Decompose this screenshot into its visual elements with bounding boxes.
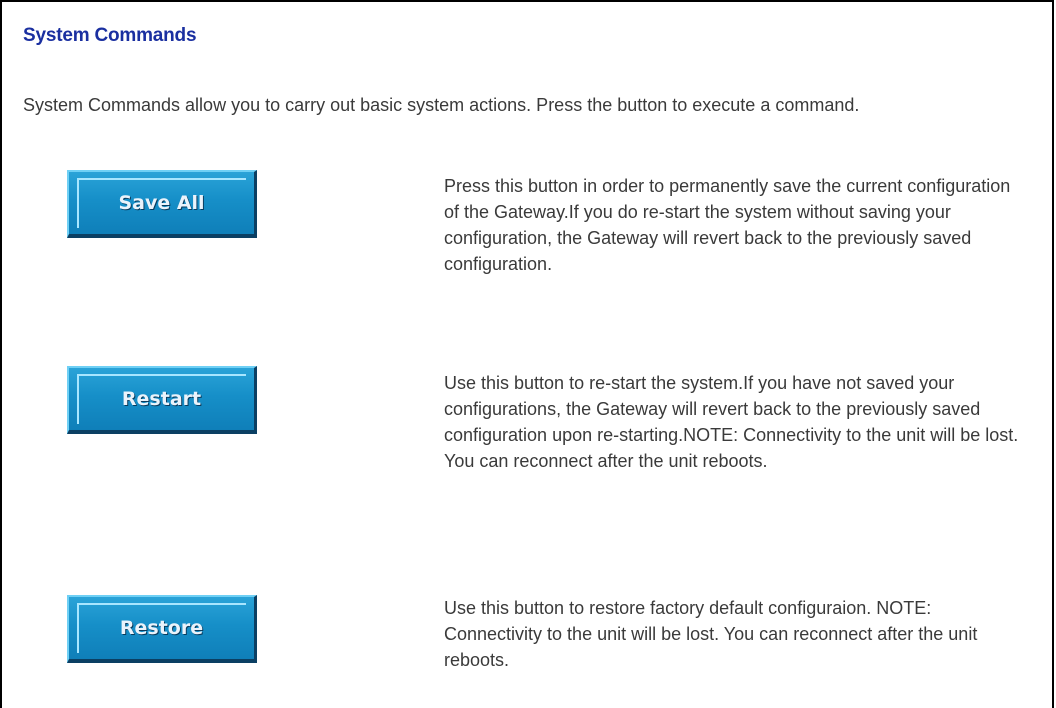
page-title: System Commands (23, 25, 197, 46)
restart-button-label: Restart (121, 388, 202, 410)
restart-description: Use this button to re-start the system.I… (444, 373, 1019, 471)
save-all-button[interactable]: Save All (67, 170, 257, 238)
save-all-button-label: Save All (118, 192, 205, 214)
restore-button-label: Restore (119, 617, 204, 639)
restore-description: Use this button to restore factory defau… (444, 598, 978, 670)
save-all-description: Press this button in order to permanentl… (444, 176, 1011, 274)
restart-button[interactable]: Restart (67, 366, 257, 434)
restore-button[interactable]: Restore (67, 595, 257, 663)
intro-text: System Commands allow you to carry out b… (23, 95, 860, 115)
